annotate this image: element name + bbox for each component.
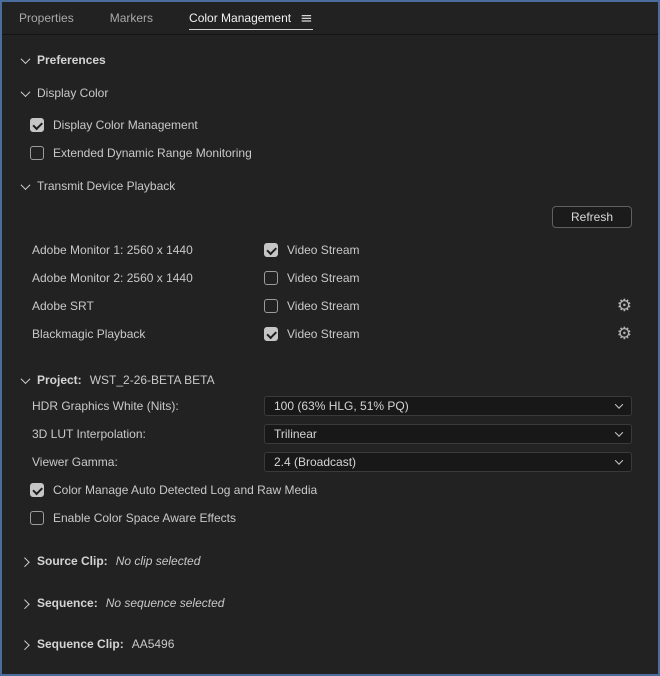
device-name: Adobe Monitor 2: 2560 x 1440 — [32, 271, 193, 285]
checkbox-row-display-color-management: Display Color Management — [2, 116, 632, 134]
device-name: Adobe SRT — [32, 299, 94, 313]
chevron-down-icon — [614, 456, 624, 465]
extended-dynamic-range-checkbox[interactable] — [30, 146, 44, 160]
tab-color-management[interactable]: Color Management ≡ — [189, 2, 313, 34]
tab-properties-label: Properties — [19, 11, 74, 25]
dropdown-value: 2.4 (Broadcast) — [274, 455, 357, 469]
section-header-preferences[interactable]: Preferences — [2, 51, 632, 69]
display-color-label: Display Color — [37, 86, 109, 100]
video-stream-checkbox[interactable] — [264, 271, 278, 285]
source-clip-value: No clip selected — [115, 554, 201, 568]
section-header-source-clip[interactable]: Source Clip: No clip selected — [2, 552, 632, 570]
device-row-adobe-srt: Adobe SRT Video Stream ⚙ — [2, 297, 632, 315]
project-name: WST_2-26-BETA BETA — [89, 373, 215, 387]
chevron-down-icon — [19, 86, 31, 99]
section-header-transmit-device-playback[interactable]: Transmit Device Playback — [2, 177, 632, 195]
tab-color-management-label: Color Management — [189, 11, 292, 25]
dropdown-value: 100 (63% HLG, 51% PQ) — [274, 399, 409, 413]
sequence-clip-value: AA5496 — [131, 637, 175, 651]
display-color-management-checkbox[interactable] — [30, 118, 44, 132]
gear-icon[interactable]: ⚙ — [617, 297, 632, 315]
color-space-aware-checkbox[interactable] — [30, 511, 44, 525]
section-header-project[interactable]: Project: WST_2-26-BETA BETA — [2, 371, 632, 389]
dropdown-value: Trilinear — [274, 427, 317, 441]
video-stream-label: Video Stream — [287, 243, 360, 257]
device-name: Adobe Monitor 1: 2560 x 1440 — [32, 243, 193, 257]
checkbox-row-color-manage-auto: Color Manage Auto Detected Log and Raw M… — [2, 481, 632, 499]
field-label: Viewer Gamma: — [32, 455, 118, 469]
checkbox-label: Extended Dynamic Range Monitoring — [53, 146, 252, 160]
tab-markers-label: Markers — [109, 11, 154, 25]
lut-interpolation-dropdown[interactable]: Trilinear — [264, 424, 632, 444]
chevron-down-icon — [614, 400, 624, 409]
transmit-label: Transmit Device Playback — [37, 179, 176, 193]
video-stream-checkbox[interactable] — [264, 327, 278, 341]
project-label: Project: — [37, 373, 82, 387]
hdr-graphics-white-dropdown[interactable]: 100 (63% HLG, 51% PQ) — [264, 396, 632, 416]
sequence-clip-label: Sequence Clip: — [37, 637, 124, 651]
chevron-down-icon — [19, 53, 31, 66]
video-stream-label: Video Stream — [287, 327, 360, 341]
section-header-sequence[interactable]: Sequence: No sequence selected — [2, 594, 632, 612]
field-label: HDR Graphics White (Nits): — [32, 399, 179, 413]
video-stream-checkbox[interactable] — [264, 243, 278, 257]
checkbox-label: Color Manage Auto Detected Log and Raw M… — [53, 483, 318, 497]
chevron-down-icon — [614, 428, 624, 437]
section-header-display-color[interactable]: Display Color — [2, 84, 632, 102]
device-row-blackmagic-playback: Blackmagic Playback Video Stream ⚙ — [2, 325, 632, 343]
checkbox-row-color-space-aware: Enable Color Space Aware Effects — [2, 509, 632, 527]
source-clip-label: Source Clip: — [37, 554, 108, 568]
section-header-sequence-clip[interactable]: Sequence Clip: AA5496 — [2, 635, 632, 653]
chevron-right-icon — [19, 597, 31, 609]
panel-menu-icon[interactable]: ≡ — [300, 10, 313, 26]
sequence-label: Sequence: — [37, 596, 98, 610]
device-row-adobe-monitor-2: Adobe Monitor 2: 2560 x 1440 Video Strea… — [2, 269, 632, 287]
chevron-down-icon — [19, 179, 31, 192]
video-stream-label: Video Stream — [287, 299, 360, 313]
checkbox-label: Enable Color Space Aware Effects — [53, 511, 236, 525]
checkbox-row-extended-dynamic-range: Extended Dynamic Range Monitoring — [2, 144, 632, 162]
video-stream-label: Video Stream — [287, 271, 360, 285]
color-manage-auto-checkbox[interactable] — [30, 483, 44, 497]
chevron-right-icon — [19, 555, 31, 567]
refresh-button[interactable]: Refresh — [552, 206, 632, 228]
preferences-label: Preferences — [37, 53, 106, 67]
video-stream-checkbox[interactable] — [264, 299, 278, 313]
sequence-value: No sequence selected — [105, 596, 225, 610]
chevron-right-icon — [19, 638, 31, 650]
device-name: Blackmagic Playback — [32, 327, 146, 341]
color-management-panel: Properties Markers Color Management ≡ Pr… — [0, 0, 660, 676]
panel-content: Preferences Display Color Display Color … — [2, 51, 658, 653]
tab-markers[interactable]: Markers — [110, 2, 153, 34]
gear-icon[interactable]: ⚙ — [617, 325, 632, 343]
field-row-viewer-gamma: Viewer Gamma: 2.4 (Broadcast) — [2, 452, 632, 472]
panel-tab-bar: Properties Markers Color Management ≡ — [2, 2, 658, 35]
refresh-row: Refresh — [2, 206, 632, 228]
chevron-down-icon — [19, 373, 31, 386]
device-row-adobe-monitor-1: Adobe Monitor 1: 2560 x 1440 Video Strea… — [2, 241, 632, 259]
field-label: 3D LUT Interpolation: — [32, 427, 146, 441]
field-row-hdr-graphics-white: HDR Graphics White (Nits): 100 (63% HLG,… — [2, 396, 632, 416]
field-row-3d-lut-interpolation: 3D LUT Interpolation: Trilinear — [2, 424, 632, 444]
checkbox-label: Display Color Management — [53, 118, 198, 132]
tab-properties[interactable]: Properties — [19, 2, 74, 34]
viewer-gamma-dropdown[interactable]: 2.4 (Broadcast) — [264, 452, 632, 472]
